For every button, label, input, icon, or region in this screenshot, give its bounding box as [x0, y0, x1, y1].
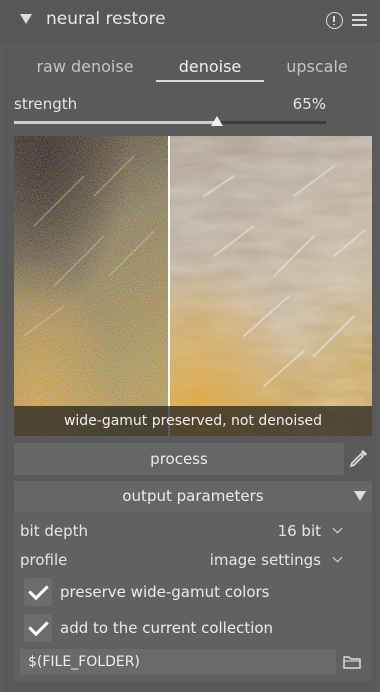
- output-folder-field[interactable]: [20, 649, 336, 675]
- strength-slider[interactable]: [14, 121, 326, 124]
- triangle-down-icon[interactable]: [354, 491, 366, 501]
- preserve-wide-gamut-checkbox[interactable]: [24, 578, 52, 606]
- triangle-down-icon[interactable]: [20, 14, 32, 24]
- preview-caption: wide-gamut preserved, not denoised: [14, 406, 372, 436]
- module-header[interactable]: neural restore: [0, 0, 380, 42]
- strength-slider-handle[interactable]: [210, 116, 223, 126]
- add-to-collection-checkbox[interactable]: [24, 614, 52, 642]
- process-button[interactable]: process: [14, 443, 344, 475]
- tab-denoise[interactable]: denoise: [156, 50, 264, 82]
- add-to-collection-toggle[interactable]: add to the current collection: [24, 614, 273, 642]
- tab-raw-denoise[interactable]: raw denoise: [12, 50, 158, 82]
- profile-dropdown[interactable]: image settings: [210, 551, 321, 569]
- folder-icon[interactable]: [343, 654, 361, 669]
- preserve-wide-gamut-toggle[interactable]: preserve wide-gamut colors: [24, 578, 270, 606]
- tab-bar: raw denoise denoise upscale: [12, 50, 368, 82]
- preserve-wide-gamut-label: preserve wide-gamut colors: [60, 583, 270, 601]
- add-to-collection-label: add to the current collection: [60, 619, 274, 637]
- strength-label: strength: [14, 95, 78, 113]
- active-tab-indicator: [156, 80, 264, 82]
- strength-value[interactable]: 65%: [293, 95, 326, 113]
- hamburger-menu-icon[interactable]: [352, 13, 367, 27]
- module-title: neural restore: [46, 9, 166, 29]
- preview-picture: [14, 136, 372, 436]
- info-circle-icon[interactable]: [326, 12, 343, 29]
- profile-label: profile: [20, 551, 68, 569]
- bit-depth-dropdown[interactable]: 16 bit: [278, 522, 321, 540]
- bit-depth-label: bit depth: [20, 522, 88, 540]
- strength-slider-fill: [14, 121, 217, 124]
- preview-image[interactable]: wide-gamut preserved, not denoised: [14, 136, 372, 436]
- tab-upscale[interactable]: upscale: [264, 50, 370, 82]
- output-parameters-header[interactable]: output parameters: [14, 481, 372, 511]
- color-picker-icon[interactable]: [348, 447, 370, 469]
